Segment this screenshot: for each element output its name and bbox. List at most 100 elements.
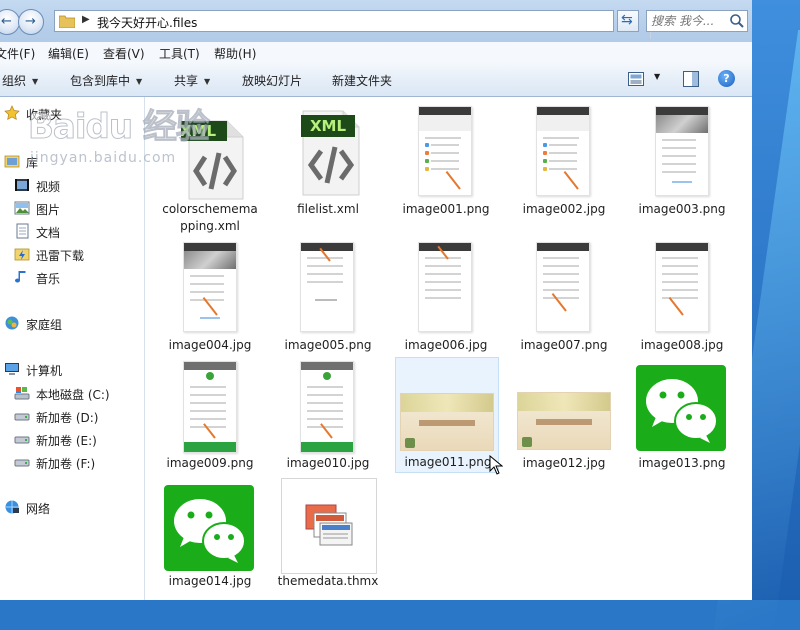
file-name: image005.png bbox=[284, 338, 372, 352]
menu-file[interactable]: 文件(F) bbox=[0, 45, 35, 62]
video-icon bbox=[15, 179, 29, 191]
refresh-button[interactable]: ⇆ bbox=[617, 10, 639, 32]
image-thumbnail bbox=[183, 361, 237, 453]
navigation-pane: 收藏夹 库 视频 图片 文档 迅雷下载 音乐 家庭组 计算机 本地磁盘 (C:)… bbox=[0, 97, 145, 600]
file-name: image004.jpg bbox=[168, 338, 252, 352]
share-label: 共享 bbox=[174, 74, 199, 88]
homegroup-icon bbox=[5, 316, 19, 330]
pictures-icon bbox=[14, 201, 30, 215]
sidebar-label: 家庭组 bbox=[26, 318, 63, 332]
xml-badge: XML bbox=[301, 115, 355, 137]
file-name: image013.png bbox=[638, 456, 726, 470]
sidebar-item-pictures[interactable]: 图片 bbox=[14, 200, 134, 218]
menu-view[interactable]: 查看(V) bbox=[103, 45, 145, 62]
sidebar-label: 视频 bbox=[36, 180, 61, 194]
back-button[interactable]: ← bbox=[0, 9, 20, 35]
wechat-icon bbox=[164, 485, 254, 571]
share-button[interactable]: 共享 ▼ bbox=[174, 72, 210, 89]
desktop-strip bbox=[713, 0, 800, 630]
file-item[interactable]: image010.jpg bbox=[269, 359, 387, 477]
image-thumbnail bbox=[536, 242, 590, 332]
search-icon[interactable] bbox=[729, 13, 745, 29]
image-thumbnail bbox=[536, 106, 590, 196]
file-name: filelist.xml bbox=[297, 202, 359, 216]
sidebar-label: 新加卷 (F:) bbox=[36, 457, 96, 471]
explorer-window: ← → ▶ 我今天好开心.files ▼ ⇆ 文件(F) 编辑(E) 查看(V)… bbox=[0, 0, 752, 600]
sidebar-label: 图片 bbox=[36, 203, 61, 217]
back-arrow-icon: ← bbox=[1, 14, 12, 29]
image-thumbnail bbox=[183, 242, 237, 332]
search-input[interactable] bbox=[651, 13, 721, 29]
menu-edit[interactable]: 编辑(E) bbox=[48, 45, 89, 62]
sidebar-label: 网络 bbox=[26, 502, 51, 516]
slideshow-button[interactable]: 放映幻灯片 bbox=[242, 72, 302, 89]
sidebar-item-computer[interactable]: 计算机 bbox=[4, 361, 124, 379]
file-name: colorschemema bbox=[162, 202, 258, 216]
computer-icon bbox=[5, 363, 19, 375]
file-item[interactable]: image003.png bbox=[623, 105, 741, 223]
file-item-selected[interactable]: image011.png bbox=[395, 357, 499, 473]
sidebar-label: 本地磁盘 (C:) bbox=[36, 388, 110, 402]
image-thumbnail bbox=[300, 242, 354, 332]
sidebar-item-drive-d[interactable]: 新加卷 (D:) bbox=[14, 408, 134, 426]
file-item[interactable]: image012.jpg bbox=[505, 359, 623, 477]
sidebar-item-video[interactable]: 视频 bbox=[14, 177, 134, 195]
file-item[interactable]: image005.png bbox=[269, 241, 387, 359]
chevron-down-icon: ▼ bbox=[204, 77, 211, 86]
watermark-url: jingyan.baidu.com bbox=[30, 150, 177, 166]
search-box[interactable] bbox=[646, 10, 748, 32]
sidebar-label: 计算机 bbox=[26, 364, 63, 378]
preview-pane-icon[interactable] bbox=[683, 71, 699, 87]
music-icon bbox=[15, 271, 26, 283]
include-in-library-label: 包含到库中 bbox=[70, 74, 131, 88]
file-name: image008.jpg bbox=[640, 338, 724, 352]
view-mode-icon bbox=[628, 72, 644, 86]
chevron-down-icon: ▼ bbox=[136, 77, 143, 86]
file-item[interactable]: image007.png bbox=[505, 241, 623, 359]
file-item[interactable]: image013.png bbox=[623, 359, 741, 477]
drive-icon bbox=[14, 436, 30, 444]
image-thumbnail bbox=[300, 361, 354, 453]
sidebar-item-drive-e[interactable]: 新加卷 (E:) bbox=[14, 431, 134, 449]
forward-button[interactable]: → bbox=[18, 9, 44, 35]
file-item[interactable]: image004.jpg bbox=[151, 241, 269, 359]
file-name: image006.jpg bbox=[404, 338, 488, 352]
menu-tools[interactable]: 工具(T) bbox=[159, 45, 200, 62]
file-item[interactable]: themedata.thmx bbox=[269, 477, 387, 595]
sidebar-label: 新加卷 (E:) bbox=[36, 434, 97, 448]
sidebar-item-music[interactable]: 音乐 bbox=[14, 269, 134, 287]
chevron-down-icon: ▼ bbox=[32, 77, 39, 86]
menu-help[interactable]: 帮助(H) bbox=[214, 45, 256, 62]
file-name: image012.jpg bbox=[522, 456, 606, 470]
chevron-down-icon: ▼ bbox=[654, 72, 661, 81]
file-item[interactable]: image006.jpg bbox=[387, 241, 505, 359]
sidebar-item-homegroup[interactable]: 家庭组 bbox=[4, 315, 124, 333]
library-icon bbox=[4, 155, 20, 168]
sidebar-item-drive-c[interactable]: 本地磁盘 (C:) bbox=[14, 385, 142, 403]
drive-icon bbox=[14, 459, 30, 467]
file-name-continuation: pping.xml bbox=[180, 219, 240, 233]
new-folder-button[interactable]: 新建文件夹 bbox=[332, 72, 392, 89]
file-name: image009.png bbox=[166, 456, 254, 470]
file-item[interactable]: image014.jpg bbox=[151, 477, 269, 595]
sidebar-label: 音乐 bbox=[36, 272, 61, 286]
organize-label: 组织 bbox=[2, 74, 27, 88]
sidebar-item-thunder[interactable]: 迅雷下载 bbox=[14, 246, 134, 264]
sidebar-item-network[interactable]: 网络 bbox=[4, 499, 124, 517]
file-name: themedata.thmx bbox=[277, 574, 379, 588]
file-item[interactable]: image008.jpg bbox=[623, 241, 741, 359]
address-bar[interactable]: ▶ 我今天好开心.files ▼ bbox=[54, 10, 662, 39]
sidebar-item-documents[interactable]: 文档 bbox=[14, 223, 134, 241]
breadcrumb-path[interactable]: 我今天好开心.files bbox=[97, 14, 197, 31]
sidebar-item-drive-f[interactable]: 新加卷 (F:) bbox=[14, 454, 134, 472]
breadcrumb-chevron-icon[interactable]: ▶ bbox=[82, 14, 90, 25]
file-item[interactable]: image009.png bbox=[151, 359, 269, 477]
organize-button[interactable]: 组织 ▼ bbox=[2, 72, 38, 89]
change-view-button[interactable]: ▼ bbox=[628, 70, 664, 88]
help-icon[interactable]: ? bbox=[718, 70, 735, 87]
image-thumbnail bbox=[517, 392, 611, 450]
file-item[interactable]: image002.jpg bbox=[505, 105, 623, 223]
file-item[interactable]: XML filelist.xml bbox=[269, 105, 387, 223]
include-in-library-button[interactable]: 包含到库中 ▼ bbox=[70, 72, 142, 89]
file-item[interactable]: image001.png bbox=[387, 105, 505, 223]
